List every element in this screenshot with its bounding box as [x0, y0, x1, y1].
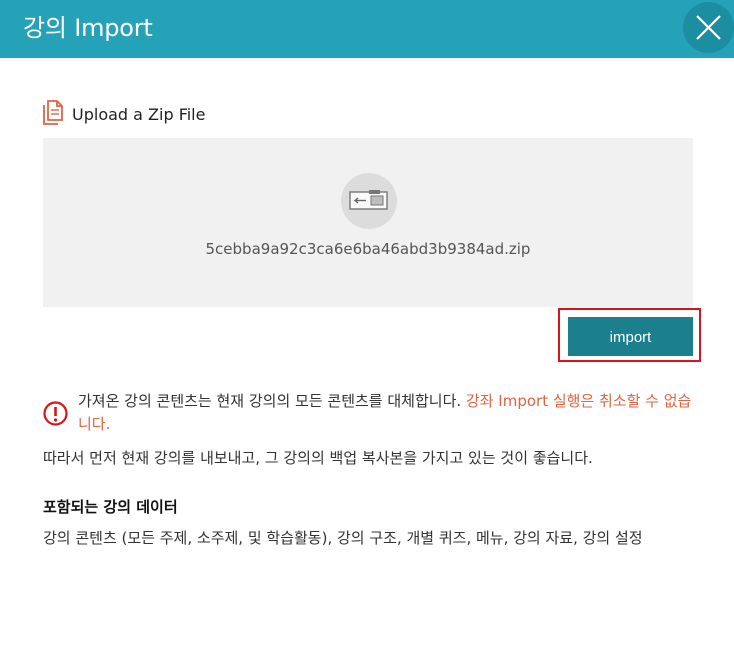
files-icon: [43, 100, 63, 125]
dialog-header: 강의 Import: [0, 0, 734, 58]
zip-file-icon-circle: [341, 173, 397, 229]
recommendation-text: 따라서 먼저 현재 강의를 내보내고, 그 강의의 백업 복사본을 가지고 있는…: [43, 449, 593, 467]
file-dropzone[interactable]: 5cebba9a92c3ca6e6ba46abd3b9384ad.zip: [43, 138, 693, 307]
warning-icon: [43, 401, 68, 426]
warning-message: 가져온 강의 콘텐츠는 현재 강의의 모든 콘텐츠를 대체합니다. 강좌 Imp…: [78, 390, 693, 436]
zip-file-icon: [349, 190, 388, 210]
close-button[interactable]: [683, 2, 734, 53]
warning-text: 가져온 강의 콘텐츠는 현재 강의의 모든 콘텐츠를 대체합니다.: [78, 392, 466, 410]
uploaded-file-name: 5cebba9a92c3ca6e6ba46abd3b9384ad.zip: [205, 240, 531, 258]
dialog-title: 강의 Import: [23, 14, 153, 42]
included-data-description: 강의 콘텐츠 (모든 주제, 소주제, 및 학습활동), 강의 구조, 개별 퀴…: [43, 529, 643, 547]
close-icon: [696, 15, 721, 40]
import-button[interactable]: import: [568, 317, 693, 356]
upload-label: Upload a Zip File: [72, 105, 206, 124]
included-data-title: 포함되는 강의 데이터: [43, 498, 178, 516]
